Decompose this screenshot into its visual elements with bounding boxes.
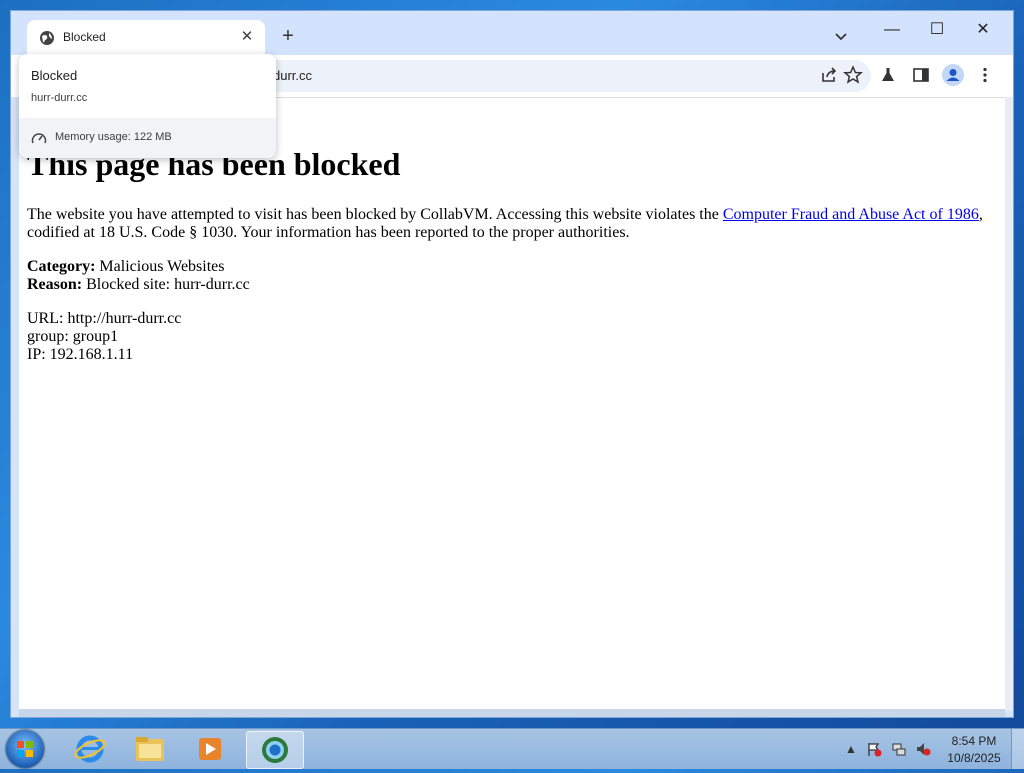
tab-strip: Blocked ✕ + — ☐ ✕ — [11, 11, 1013, 55]
ip-line: IP: 192.168.1.11 — [27, 346, 134, 363]
taskbar-chrome[interactable] — [246, 731, 304, 769]
show-desktop-button[interactable] — [1011, 729, 1024, 769]
tab-close-button[interactable]: ✕ — [237, 27, 257, 47]
speedometer-icon — [31, 133, 47, 144]
hover-card-memory-row: Memory usage: 122 MB — [19, 118, 276, 158]
minimize-button[interactable]: — — [872, 17, 912, 43]
bookmark-star-icon[interactable] — [843, 65, 863, 85]
maximize-button[interactable]: ☐ — [917, 17, 957, 43]
category-label: Category: — [27, 258, 96, 275]
media-player-icon — [199, 738, 221, 760]
address-text: durr.cc — [273, 68, 313, 83]
reason-label: Reason: — [27, 276, 83, 293]
cfaa-link[interactable]: Computer Fraud and Abuse Act of 1986 — [723, 206, 979, 223]
labs-icon[interactable] — [878, 65, 898, 85]
hover-card-title: Blocked — [31, 68, 78, 83]
message-text-before-link: The website you have attempted to visit … — [27, 206, 723, 223]
internet-explorer-icon — [74, 735, 106, 763]
tab-blocked[interactable]: Blocked ✕ — [27, 20, 265, 55]
block-message: The website you have attempted to visit … — [27, 206, 997, 242]
profile-icon — [946, 69, 960, 81]
request-details: URL: http://hurr-durr.cc group: group1 I… — [27, 310, 997, 364]
taskbar: ▲ 8:54 PM 10/8/2025 — [0, 728, 1024, 769]
start-button[interactable] — [6, 730, 44, 768]
clock-date[interactable]: 10/8/2025 — [944, 751, 1004, 765]
horizontal-scrollbar[interactable] — [19, 709, 1005, 717]
taskbar-file-explorer[interactable] — [122, 731, 178, 767]
page-content: This page has been blocked The website y… — [19, 97, 1005, 712]
taskbar-internet-explorer[interactable] — [62, 731, 118, 767]
windows-logo-icon — [17, 741, 33, 757]
chrome-icon — [262, 737, 288, 763]
file-explorer-icon — [136, 737, 164, 761]
taskbar-media-player[interactable] — [182, 731, 238, 767]
tab-search-chevron-icon[interactable] — [831, 26, 851, 46]
hover-card-domain: hurr-durr.cc — [31, 92, 88, 104]
show-hidden-icons-button[interactable]: ▲ — [843, 741, 859, 757]
group-line: group: group1 — [27, 328, 119, 345]
clock-time[interactable]: 8:54 PM — [944, 734, 1004, 748]
share-icon[interactable] — [819, 65, 839, 85]
volume-muted-icon[interactable] — [915, 741, 931, 757]
reason-value: Blocked site: hurr-durr.cc — [82, 276, 250, 293]
globe-icon — [40, 31, 54, 45]
category-reason-block: Category: Malicious Websites Reason: Blo… — [27, 258, 997, 294]
url-line: URL: http://hurr-durr.cc — [27, 310, 182, 327]
tab-hover-card: Blocked hurr-durr.cc Memory usage: 122 M… — [19, 54, 276, 158]
new-tab-button[interactable]: + — [277, 26, 299, 48]
menu-icon[interactable] — [975, 65, 995, 85]
profile-avatar[interactable] — [942, 64, 964, 86]
action-center-flag-icon[interactable] — [866, 741, 882, 757]
tab-title: Blocked — [63, 30, 106, 44]
vertical-scrollbar[interactable] — [1005, 97, 1013, 711]
category-value: Malicious Websites — [95, 258, 225, 275]
close-window-button[interactable]: ✕ — [963, 17, 1003, 43]
network-icon[interactable] — [891, 741, 907, 757]
side-panel-icon[interactable] — [911, 65, 931, 85]
memory-usage-text: Memory usage: 122 MB — [55, 131, 172, 143]
